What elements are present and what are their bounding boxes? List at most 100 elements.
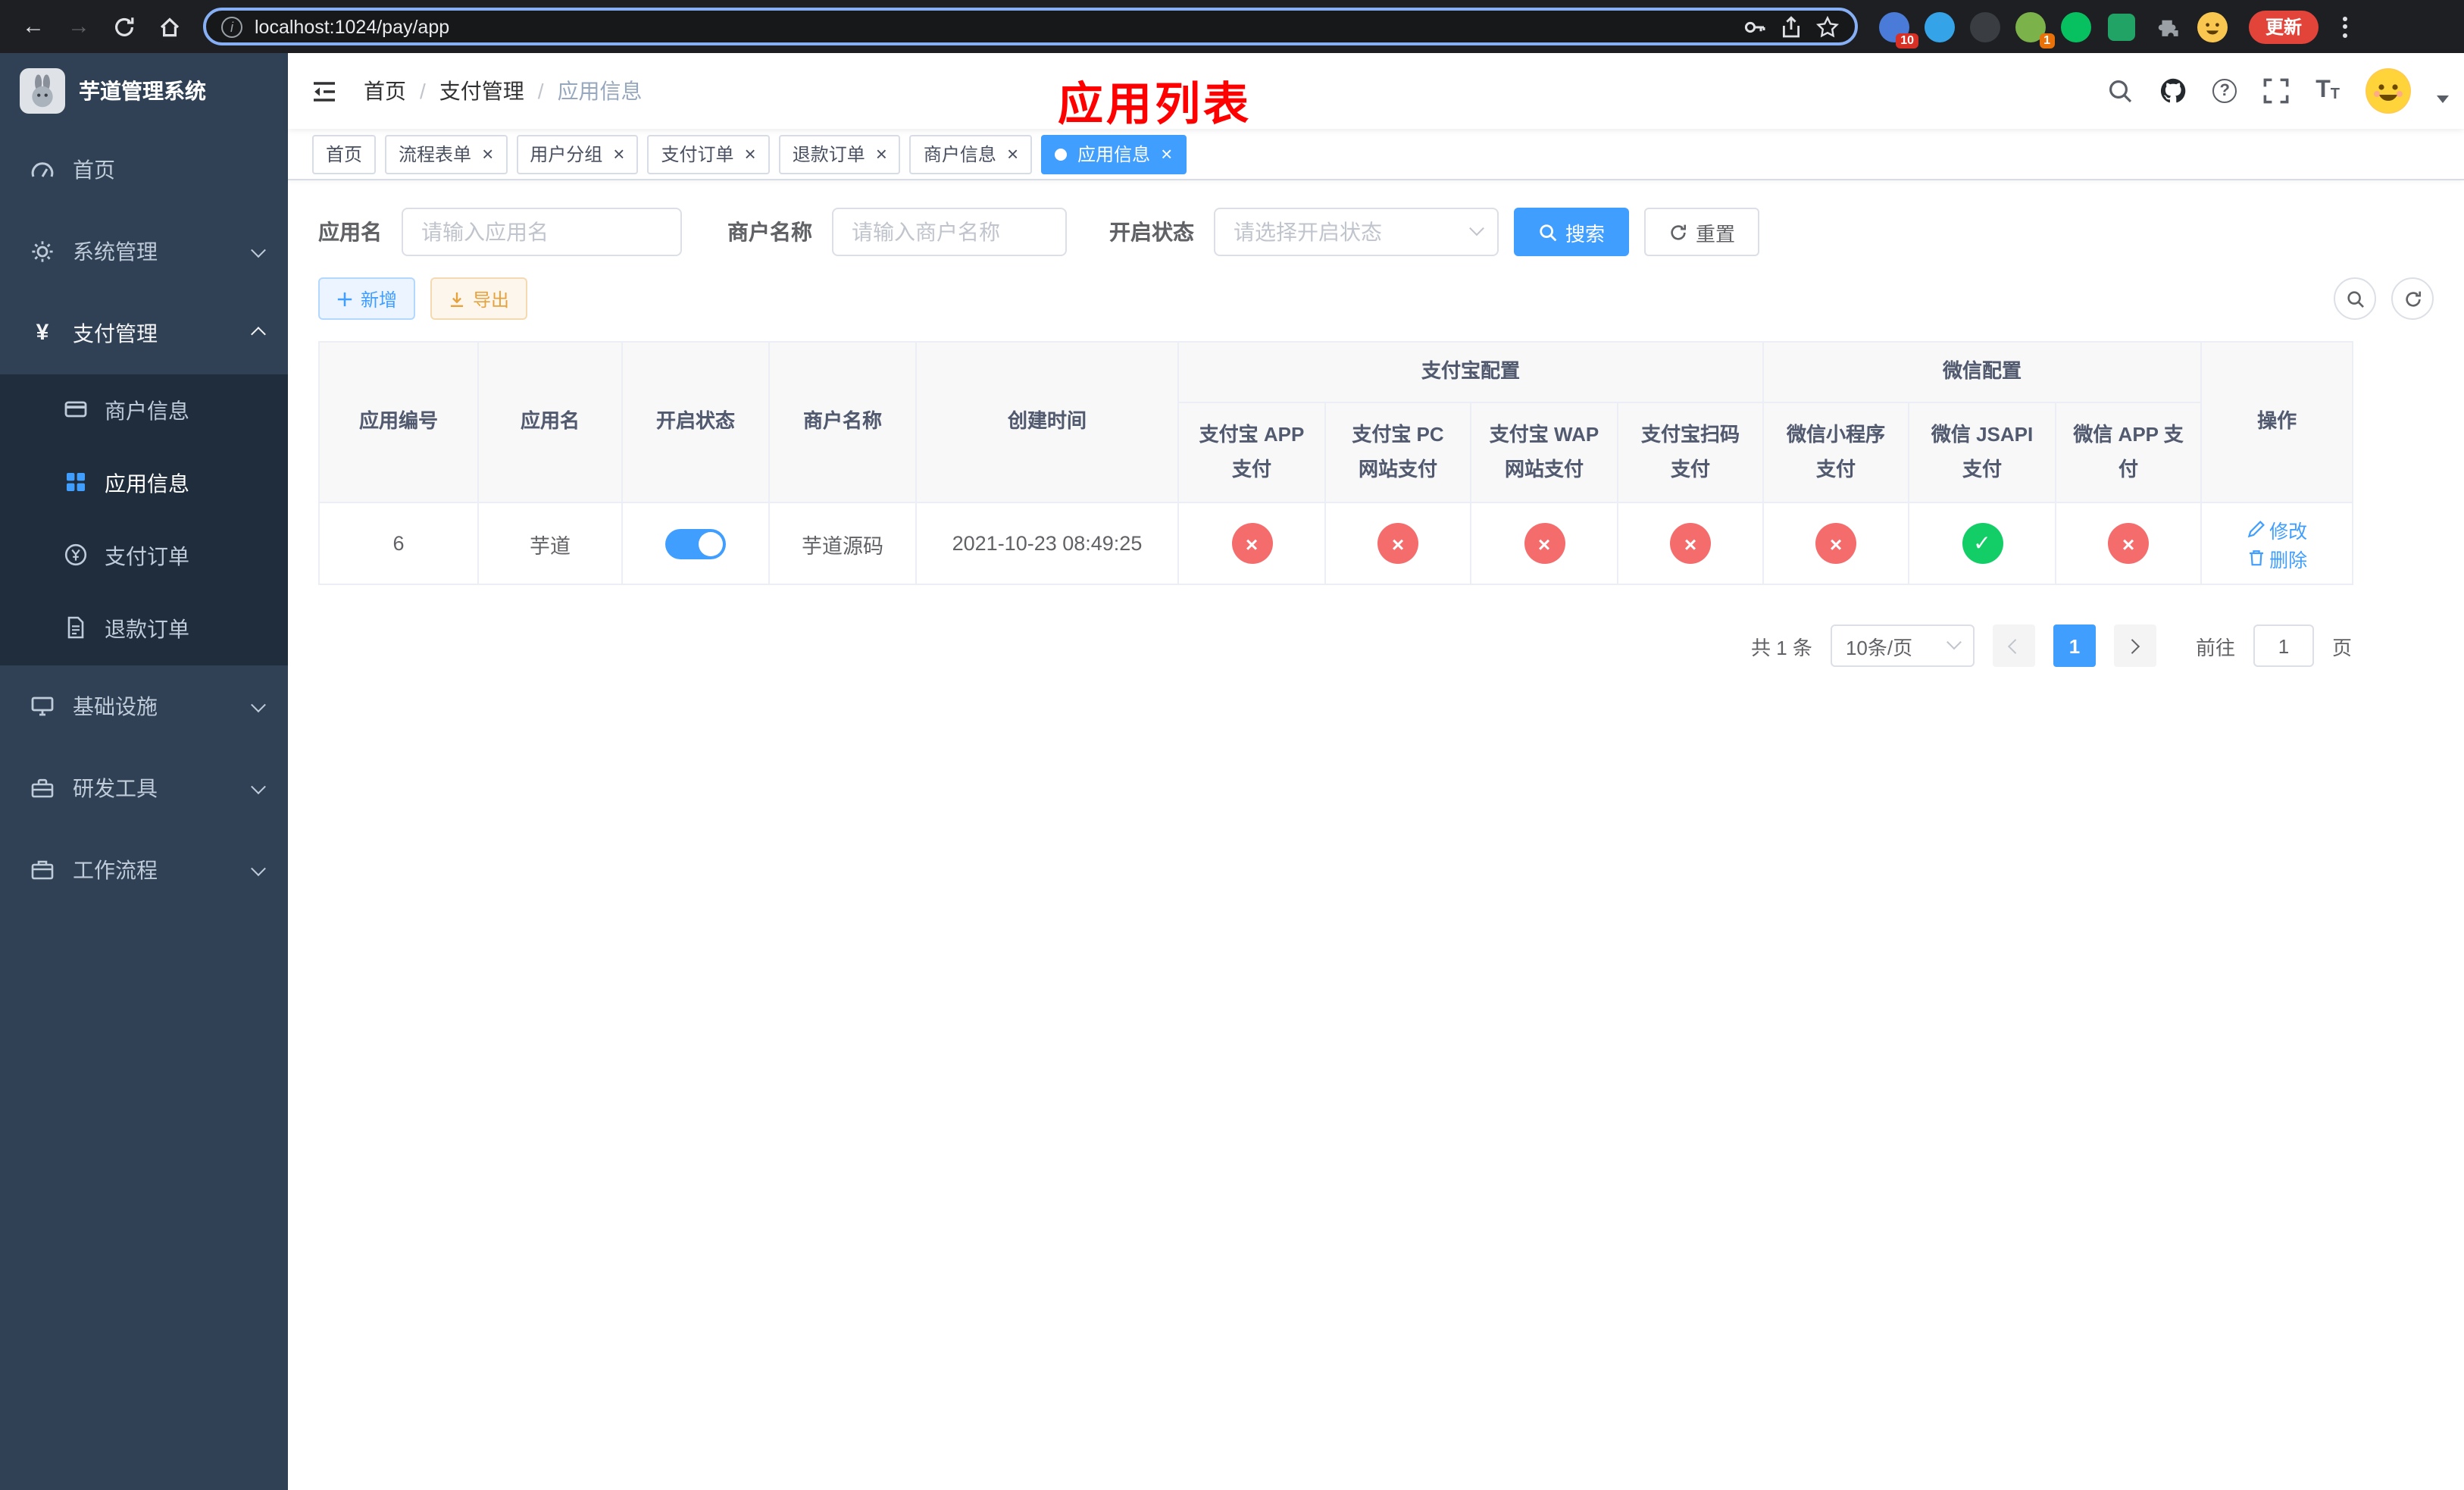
bookmark-star-icon[interactable] bbox=[1815, 14, 1840, 39]
edit-button[interactable]: 修改 bbox=[2247, 515, 2307, 543]
sidebar-item-payment[interactable]: ¥ 支付管理 bbox=[0, 293, 288, 374]
next-page-button[interactable] bbox=[2113, 624, 2156, 667]
home-button[interactable] bbox=[149, 5, 191, 48]
tab-merchant-info[interactable]: 商户信息 × bbox=[909, 134, 1033, 174]
address-bar[interactable]: i localhost:1024/pay/app bbox=[203, 8, 1858, 45]
infrastructure-icon bbox=[30, 694, 55, 718]
search-button[interactable]: 搜索 bbox=[1514, 208, 1630, 256]
share-icon[interactable] bbox=[1779, 14, 1803, 39]
status-toggle[interactable] bbox=[665, 528, 726, 559]
back-button[interactable]: ← bbox=[12, 5, 55, 48]
goto-page-input[interactable] bbox=[2253, 624, 2314, 667]
app-logo-row[interactable]: 芋道管理系统 bbox=[0, 53, 288, 129]
tab-label: 退款订单 bbox=[792, 144, 865, 165]
url-text[interactable]: localhost:1024/pay/app bbox=[255, 16, 1731, 37]
delete-button[interactable]: 删除 bbox=[2247, 543, 2307, 572]
app-logo bbox=[20, 68, 65, 114]
sidebar-item-home[interactable]: 首页 bbox=[0, 129, 288, 211]
header-actions: ? TT bbox=[2106, 68, 2464, 114]
reload-button[interactable] bbox=[103, 5, 145, 48]
col-merchant-name: 商户名称 bbox=[768, 341, 917, 503]
sidebar-subitem-label: 应用信息 bbox=[105, 471, 189, 496]
extension-icon-5[interactable] bbox=[2061, 11, 2091, 42]
tab-app-info[interactable]: 应用信息 × bbox=[1041, 134, 1187, 174]
password-key-icon[interactable] bbox=[1743, 14, 1767, 39]
breadcrumb: 首页 / 支付管理 / 应用信息 bbox=[364, 76, 643, 106]
extension-icon-3[interactable] bbox=[1970, 11, 2000, 42]
breadcrumb-separator: / bbox=[537, 79, 544, 103]
tab-process-form[interactable]: 流程表单 × bbox=[385, 134, 508, 174]
goto-label: 前往 bbox=[2195, 636, 2235, 659]
caret-down-icon[interactable] bbox=[2437, 95, 2449, 102]
browser-update-button[interactable]: 更新 bbox=[2249, 10, 2319, 43]
refresh-table-button[interactable] bbox=[2391, 277, 2434, 320]
reset-button[interactable]: 重置 bbox=[1644, 208, 1760, 256]
app-name-input[interactable] bbox=[402, 208, 682, 256]
top-header: 首页 / 支付管理 / 应用信息 应用列表 ? TT bbox=[288, 53, 2464, 130]
sidebar-item-workflow[interactable]: 工作流程 bbox=[0, 829, 288, 911]
sidebar-item-infrastructure[interactable]: 基础设施 bbox=[0, 665, 288, 747]
font-size-icon: T bbox=[2315, 77, 2331, 103]
sidebar-item-label: 系统管理 bbox=[73, 239, 158, 264]
header-search-button[interactable] bbox=[2106, 77, 2134, 105]
page-number-1[interactable]: 1 bbox=[2053, 624, 2096, 667]
close-icon[interactable]: × bbox=[1007, 143, 1018, 163]
page-size-select[interactable]: 10条/页 bbox=[1830, 624, 1975, 667]
extensions-puzzle-icon[interactable] bbox=[2152, 11, 2182, 42]
browser-toolbar: ← → i localhost:1024/pay/app 10 1 更新 bbox=[0, 0, 2464, 53]
tab-refund-order[interactable]: 退款订单 × bbox=[778, 134, 901, 174]
breadcrumb-payment[interactable]: 支付管理 bbox=[439, 76, 524, 106]
sidebar-fold-button[interactable] bbox=[288, 80, 361, 102]
col-wechat-lite: 微信小程序支付 bbox=[1762, 402, 1910, 503]
sidebar-subitem-merchant-info[interactable]: 商户信息 bbox=[0, 374, 288, 447]
col-actions: 操作 bbox=[2200, 341, 2354, 503]
add-button[interactable]: 新增 bbox=[318, 277, 416, 320]
question-icon: ? bbox=[2219, 82, 2230, 100]
merchant-card-icon bbox=[64, 396, 88, 425]
extension-icon-2[interactable] bbox=[1925, 11, 1955, 42]
tab-pay-order[interactable]: 支付订单 × bbox=[647, 134, 770, 174]
font-size-button[interactable]: TT bbox=[2315, 77, 2340, 103]
status-select-placeholder: 请选择开启状态 bbox=[1234, 220, 1382, 244]
sidebar-item-system[interactable]: 系统管理 bbox=[0, 211, 288, 293]
close-icon[interactable]: × bbox=[876, 143, 887, 163]
extension-icon-4[interactable]: 1 bbox=[2015, 11, 2055, 48]
close-icon[interactable]: × bbox=[1161, 143, 1172, 163]
cell-app-name: 芋道 bbox=[477, 502, 623, 585]
forward-button[interactable]: → bbox=[58, 5, 100, 48]
tab-user-group[interactable]: 用户分组 × bbox=[516, 134, 639, 174]
tab-label: 商户信息 bbox=[923, 144, 996, 165]
cell-app-id: 6 bbox=[318, 502, 479, 585]
site-info-icon[interactable]: i bbox=[221, 16, 242, 37]
sidebar-subitem-pay-order[interactable]: 支付订单 bbox=[0, 520, 288, 593]
sidebar-subitem-refund-order[interactable]: 退款订单 bbox=[0, 593, 288, 665]
extension-icon-1[interactable]: 10 bbox=[1879, 11, 1918, 48]
close-icon[interactable]: × bbox=[745, 143, 756, 163]
extension-icon-6[interactable] bbox=[2106, 11, 2137, 42]
close-icon[interactable]: × bbox=[482, 143, 493, 163]
search-icon bbox=[2109, 80, 2132, 103]
chevron-down-icon bbox=[251, 778, 266, 794]
help-button[interactable]: ? bbox=[2212, 79, 2237, 103]
browser-menu-button[interactable] bbox=[2334, 10, 2356, 43]
fullscreen-button[interactable] bbox=[2262, 77, 2290, 105]
breadcrumb-home[interactable]: 首页 bbox=[364, 76, 406, 106]
status-label: 开启状态 bbox=[1109, 220, 1194, 244]
tab-home[interactable]: 首页 bbox=[312, 134, 377, 174]
close-icon[interactable]: × bbox=[613, 143, 624, 163]
status-select[interactable]: 请选择开启状态 bbox=[1214, 208, 1499, 256]
sidebar-item-label: 工作流程 bbox=[73, 858, 158, 882]
screen: ← → i localhost:1024/pay/app 10 1 更新 芋道管… bbox=[0, 0, 2464, 1490]
sidebar-item-devtools[interactable]: 研发工具 bbox=[0, 747, 288, 829]
export-button[interactable]: 导出 bbox=[430, 277, 528, 320]
chevron-right-icon bbox=[2125, 638, 2141, 653]
prev-page-button[interactable] bbox=[1992, 624, 2035, 667]
github-button[interactable] bbox=[2159, 77, 2187, 105]
download-icon bbox=[450, 291, 464, 306]
user-avatar[interactable] bbox=[2366, 68, 2411, 114]
cell-wechat-lite: × bbox=[1762, 502, 1910, 585]
sidebar-subitem-app-info[interactable]: 应用信息 bbox=[0, 447, 288, 520]
merchant-name-input[interactable] bbox=[832, 208, 1067, 256]
browser-profile-avatar[interactable] bbox=[2197, 11, 2228, 42]
toggle-search-button[interactable] bbox=[2334, 277, 2376, 320]
